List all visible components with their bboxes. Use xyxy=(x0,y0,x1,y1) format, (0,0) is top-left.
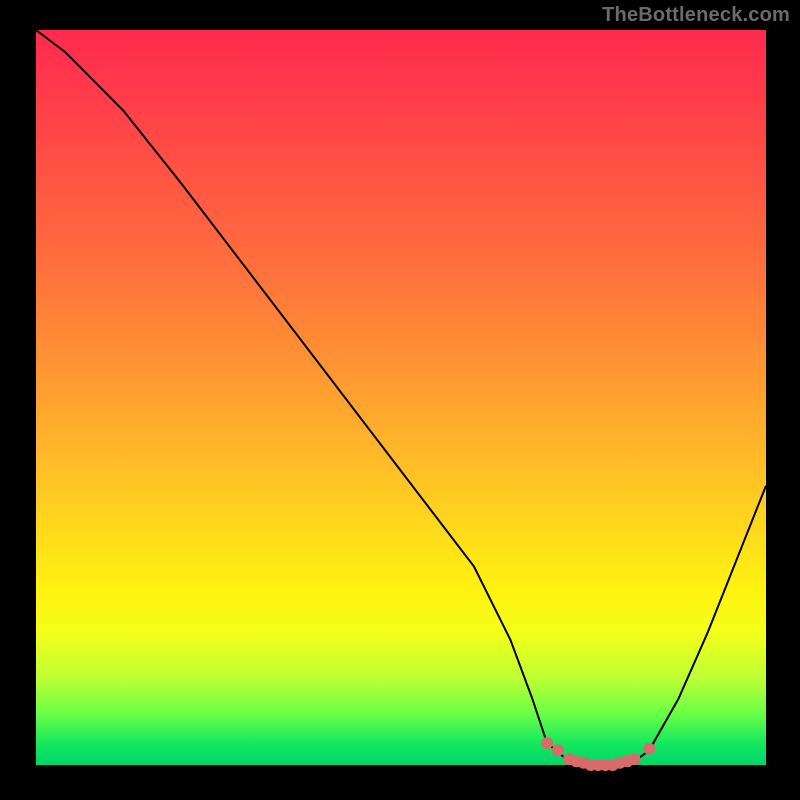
bottleneck-curve xyxy=(36,30,766,765)
chart-frame: TheBottleneck.com xyxy=(0,0,800,800)
flat-region-dots xyxy=(541,737,655,771)
curve-line xyxy=(36,30,766,765)
flat-region-dot xyxy=(552,744,564,756)
flat-region-dot xyxy=(629,753,641,765)
attribution-text: TheBottleneck.com xyxy=(602,4,790,27)
plot-area xyxy=(36,30,766,765)
flat-region-dot xyxy=(643,743,655,755)
flat-region-dot xyxy=(541,737,553,749)
